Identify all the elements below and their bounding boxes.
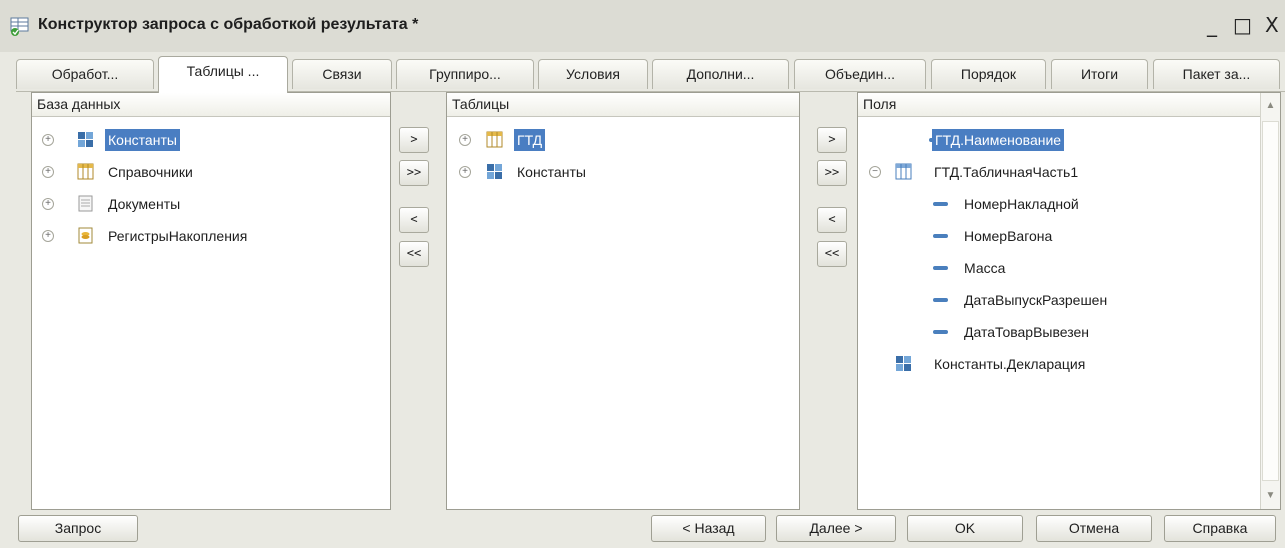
- field-item-label: ДатаВыпускРазрешен: [964, 292, 1108, 308]
- minimize-button[interactable]: _: [1207, 14, 1217, 36]
- constants-icon: [896, 356, 911, 371]
- tab-grouping[interactable]: Группиро...: [396, 59, 534, 89]
- field-item-label: ГТД.ТабличнаяЧасть1: [934, 164, 1079, 180]
- back-button[interactable]: < Назад: [651, 515, 766, 542]
- field-item-label: ДатаТоварВывезен: [964, 324, 1090, 340]
- fields-panel-header: Поля: [858, 93, 1260, 117]
- catalog-icon: [77, 163, 94, 180]
- maximize-button[interactable]: □: [1233, 14, 1252, 36]
- field-item-label: НомерНакладной: [964, 196, 1079, 212]
- tree-item-label: Константы: [517, 164, 586, 180]
- expand-icon[interactable]: +: [42, 230, 54, 242]
- close-button[interactable]: X: [1265, 14, 1279, 36]
- field-item-label: Масса: [964, 260, 1006, 276]
- tree-item-constants[interactable]: + Константы: [447, 159, 799, 185]
- table-part-icon: [895, 163, 912, 180]
- field-group-table-part[interactable]: − ГТД.ТабличнаяЧасть1: [858, 159, 1258, 185]
- field-item-label: НомерВагона: [964, 228, 1053, 244]
- field-icon: [933, 298, 948, 302]
- tables-panel-header: Таблицы: [447, 93, 799, 117]
- field-item-label: ГТД.Наименование: [932, 129, 1065, 151]
- tab-conditions[interactable]: Условия: [538, 59, 648, 89]
- cancel-button[interactable]: Отмена: [1036, 515, 1152, 542]
- field-item[interactable]: НомерНакладной: [858, 191, 1258, 217]
- field-item[interactable]: ГТД.Наименование: [858, 127, 1258, 153]
- tab-additional[interactable]: Дополни...: [652, 59, 789, 89]
- expand-icon[interactable]: +: [459, 134, 471, 146]
- tree-item-label: Документы: [108, 196, 181, 212]
- tab-union[interactable]: Объедин...: [794, 59, 926, 89]
- field-icon: [933, 234, 948, 238]
- catalog-icon: [486, 131, 503, 148]
- field-item[interactable]: НомерВагона: [858, 223, 1258, 249]
- tree-item-label: РегистрыНакопления: [108, 228, 248, 244]
- tab-totals[interactable]: Итоги: [1051, 59, 1148, 89]
- title-bar: Конструктор запроса с обработкой результ…: [0, 0, 1285, 52]
- remove-table-button[interactable]: <: [399, 207, 429, 233]
- tab-strip: Обработ... Таблицы ... Связи Группиро...…: [16, 56, 1285, 93]
- field-icon: [933, 330, 948, 334]
- query-builder-icon: [10, 17, 29, 36]
- tree-item-documents[interactable]: + Документы: [32, 191, 390, 217]
- ok-button[interactable]: OK: [907, 515, 1023, 542]
- remove-all-fields-button[interactable]: <<: [817, 241, 847, 267]
- scroll-down-icon[interactable]: ▼: [1261, 483, 1280, 509]
- field-item-label: Константы.Декларация: [934, 356, 1086, 372]
- tab-batch[interactable]: Пакет за...: [1153, 59, 1280, 89]
- field-item[interactable]: Константы.Декларация: [858, 351, 1258, 377]
- scroll-thumb[interactable]: [1262, 121, 1279, 481]
- tab-links[interactable]: Связи: [292, 59, 392, 89]
- expand-icon[interactable]: +: [459, 166, 471, 178]
- add-field-button[interactable]: >: [817, 127, 847, 153]
- query-button[interactable]: Запрос: [18, 515, 138, 542]
- tree-item-gtd[interactable]: + ГТД: [447, 127, 799, 153]
- vertical-scrollbar[interactable]: ▲ ▼: [1260, 93, 1280, 509]
- database-panel-header: База данных: [32, 93, 390, 117]
- collapse-icon[interactable]: −: [869, 166, 881, 178]
- constants-icon: [487, 164, 502, 179]
- tree-item-label: Справочники: [108, 164, 193, 180]
- add-table-button[interactable]: >: [399, 127, 429, 153]
- tree-item-accumulation-registers[interactable]: + РегистрыНакопления: [32, 223, 390, 249]
- scroll-up-icon[interactable]: ▲: [1261, 93, 1280, 119]
- document-icon: [78, 195, 93, 212]
- expand-icon[interactable]: +: [42, 166, 54, 178]
- add-all-tables-button[interactable]: >>: [399, 160, 429, 186]
- tab-tables[interactable]: Таблицы ...: [158, 56, 288, 93]
- field-item[interactable]: ДатаВыпускРазрешен: [858, 287, 1258, 313]
- next-button[interactable]: Далее >: [776, 515, 896, 542]
- tree-item-label: ГТД: [514, 129, 546, 151]
- database-panel: База данных + Константы + Справочники + …: [31, 92, 391, 510]
- tab-processing[interactable]: Обработ...: [16, 59, 154, 89]
- tree-item-constants[interactable]: + Константы: [32, 127, 390, 153]
- tab-order[interactable]: Порядок: [931, 59, 1046, 89]
- tree-item-label: Константы: [105, 129, 180, 151]
- tables-panel: Таблицы + ГТД + Константы: [446, 92, 800, 510]
- tree-item-catalogs[interactable]: + Справочники: [32, 159, 390, 185]
- field-item[interactable]: Масса: [858, 255, 1258, 281]
- remove-all-tables-button[interactable]: <<: [399, 241, 429, 267]
- remove-field-button[interactable]: <: [817, 207, 847, 233]
- register-icon: [78, 227, 93, 244]
- field-icon: [933, 266, 948, 270]
- field-icon: [933, 202, 948, 206]
- fields-panel: Поля ГТД.Наименование − ГТД.ТабличнаяЧас…: [857, 92, 1281, 510]
- help-button[interactable]: Справка: [1164, 515, 1276, 542]
- expand-icon[interactable]: +: [42, 134, 54, 146]
- add-all-fields-button[interactable]: >>: [817, 160, 847, 186]
- expand-icon[interactable]: +: [42, 198, 54, 210]
- window-title: Конструктор запроса с обработкой результ…: [38, 16, 419, 33]
- field-item[interactable]: ДатаТоварВывезен: [858, 319, 1258, 345]
- constants-icon: [78, 132, 93, 147]
